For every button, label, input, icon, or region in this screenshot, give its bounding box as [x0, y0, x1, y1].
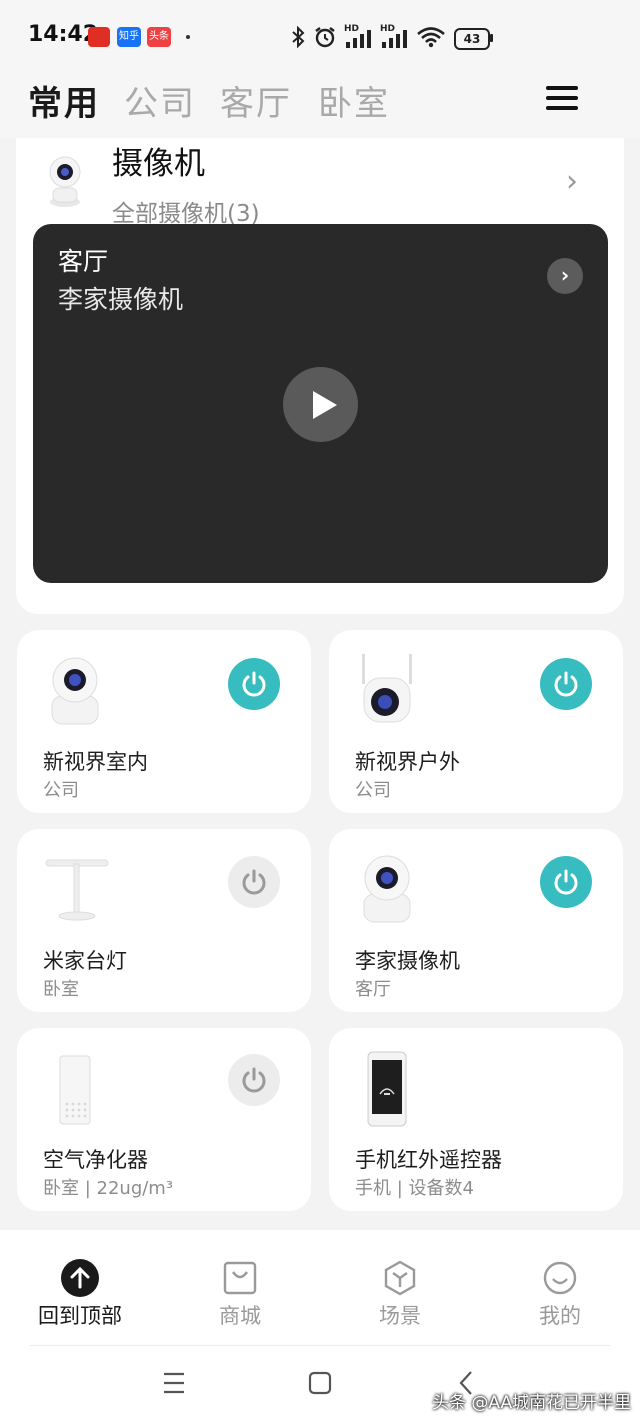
power-icon — [554, 671, 578, 697]
scene-cube-icon[interactable] — [382, 1260, 418, 1296]
nav-shop[interactable]: 商城 — [180, 1300, 300, 1330]
power-icon — [242, 869, 266, 895]
watermark-text: 头条 @AA城南花已开半里 — [432, 1393, 632, 1413]
power-toggle[interactable] — [540, 658, 592, 710]
nav-mine[interactable]: 我的 — [500, 1300, 620, 1330]
video-next-chevron-icon[interactable]: › — [547, 258, 583, 294]
power-icon — [242, 1067, 266, 1093]
power-toggle[interactable] — [228, 658, 280, 710]
alarm-icon — [315, 27, 335, 48]
device-room: 卧室 | 22ug/m³ — [43, 1178, 174, 1199]
device-name: 米家台灯 — [43, 949, 127, 973]
battery-tip — [490, 34, 493, 42]
menu-icon-line — [546, 106, 578, 110]
chevron-right-icon[interactable]: › — [566, 164, 578, 199]
device-name: 空气净化器 — [43, 1148, 148, 1172]
tab-bedroom[interactable]: 卧室 — [318, 76, 390, 125]
menu-button[interactable] — [546, 86, 578, 110]
bluetooth-icon — [292, 26, 305, 48]
power-toggle[interactable] — [228, 856, 280, 908]
tab-common[interactable]: 常用 — [28, 76, 100, 125]
device-name: 新视界户外 — [355, 750, 460, 774]
camera-card-subtitle: 全部摄像机(3) — [112, 201, 260, 227]
video-camera-name: 李家摄像机 — [58, 285, 184, 314]
device-name: 新视界室内 — [43, 750, 148, 774]
system-menu-icon[interactable] — [162, 1370, 186, 1396]
toutiao-app-icon: 头条 — [147, 27, 171, 47]
phone-remote-icon — [367, 1051, 407, 1127]
battery-level: 43 — [454, 28, 490, 50]
indoor-camera-icon — [51, 657, 99, 725]
zhihu-app-icon: 知乎 — [117, 27, 141, 47]
device-room: 客厅 — [355, 979, 391, 1000]
power-icon — [554, 869, 578, 895]
air-purifier-icon — [59, 1055, 91, 1125]
signal-icon-1 — [346, 30, 371, 48]
device-name: 李家摄像机 — [355, 949, 460, 973]
power-toggle[interactable] — [540, 856, 592, 908]
tab-living-room[interactable]: 客厅 — [220, 76, 292, 125]
menu-icon-line — [546, 96, 578, 100]
wifi-icon — [417, 27, 445, 48]
indoor-camera-icon — [363, 855, 411, 923]
device-room: 公司 — [355, 780, 391, 801]
shop-bag-icon[interactable] — [222, 1260, 258, 1296]
smile-face-icon[interactable] — [542, 1260, 578, 1296]
device-room: 公司 — [43, 780, 79, 801]
nav-scene[interactable]: 场景 — [340, 1300, 460, 1330]
signal-icon-2 — [382, 30, 407, 48]
arrow-up-glyph — [70, 1266, 90, 1289]
device-name: 手机红外遥控器 — [355, 1148, 502, 1172]
outdoor-camera-icon — [362, 654, 412, 723]
power-icon — [242, 671, 266, 697]
system-home-icon[interactable] — [308, 1370, 332, 1396]
nav-back-to-top[interactable]: 回到顶部 — [20, 1300, 140, 1330]
device-room: 卧室 — [43, 979, 79, 1000]
play-button[interactable] — [283, 367, 358, 442]
camera-card-title: 摄像机 — [112, 146, 205, 182]
nav-divider — [30, 1345, 610, 1346]
camera-thumbnail-icon — [49, 156, 81, 207]
power-toggle[interactable] — [228, 1054, 280, 1106]
desk-lamp-icon — [45, 859, 109, 921]
pinduoduo-app-icon — [88, 27, 110, 47]
menu-icon — [546, 86, 578, 90]
device-room: 手机 | 设备数4 — [355, 1178, 474, 1199]
notification-dot — [186, 35, 190, 39]
tab-company[interactable]: 公司 — [124, 76, 196, 125]
arrow-up-icon[interactable] — [61, 1259, 99, 1297]
video-room-label: 客厅 — [58, 247, 109, 276]
